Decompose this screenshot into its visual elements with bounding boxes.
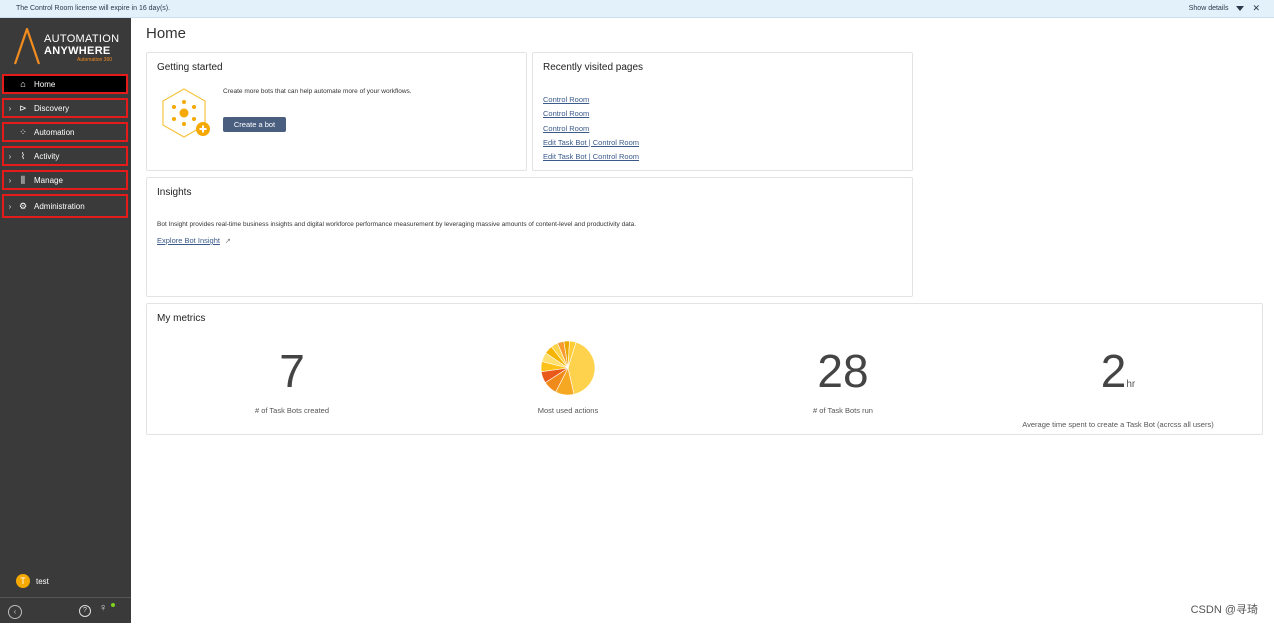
chevron-right-icon: › [8,151,12,161]
chevron-right-icon: › [8,103,12,113]
metric-avg-time: 2hr Average time spent to create a Task … [1003,348,1233,429]
sidebar: AUTOMATION ANYWHERE Automation 360 ⌂ Hom… [0,18,131,623]
insights-card: Insights Bot Insight provides real-time … [146,177,913,297]
metric-label: # of Task Bots created [254,406,330,415]
activity-icon: ⌇ [20,150,26,161]
gear-icon: ⚙ [18,200,28,211]
close-icon[interactable]: ✕ [1252,0,1260,17]
location-pin-icon[interactable]: ♀ [99,602,107,614]
most-used-actions-pie-icon[interactable] [540,340,596,396]
explore-bot-insight-label: Explore Bot Insight [157,236,220,245]
automation-anywhere-logo[interactable]: AUTOMATION ANYWHERE Automation 360 [12,26,122,68]
metric-task-bots-created: 7 # of Task Bots created [217,348,367,415]
show-details-link[interactable]: Show details [1189,0,1229,17]
user-profile[interactable]: T test [16,574,49,588]
recently-visited-card: Recently visited pages Control Room Cont… [532,52,913,171]
page-title: Home [146,25,187,42]
automation-icon: ⁘ [19,126,27,137]
license-message: The Control Room license will expire in … [16,5,171,12]
sidebar-item-discovery[interactable]: › ⊳ Discovery [2,98,128,118]
metric-unit: hr [1126,379,1136,390]
metric-label: # of Task Bots run [813,406,873,415]
help-icon[interactable]: ? [79,605,91,617]
recent-link[interactable]: Control Room [543,107,639,121]
chevron-right-icon: › [8,175,12,185]
recent-link[interactable]: Edit Task Bot | Control Room [543,150,639,164]
chevron-down-icon[interactable] [1236,6,1245,11]
manage-icon: ⫼ [20,174,26,185]
sidebar-item-label: Activity [34,151,60,161]
sidebar-footer: ‹ ? ♀ [0,597,131,624]
recent-link[interactable]: Control Room [543,93,639,107]
external-link-icon: ↗ [224,238,231,245]
metric-most-used-actions[interactable]: Most used actions [493,340,643,415]
user-name: test [36,576,49,586]
avatar: T [16,574,30,588]
metric-label: Most used actions [537,406,599,415]
card-title: My metrics [157,313,206,324]
my-metrics-card: My metrics 7 # of Task Bots created Most… [146,303,1263,435]
card-title: Getting started [157,62,223,73]
metric-task-bots-run: 28 # of Task Bots run [768,348,918,415]
sidebar-item-label: Automation [34,127,75,137]
recent-link[interactable]: Control Room [543,122,639,136]
sidebar-item-automation[interactable]: ⁘ Automation [2,122,128,142]
getting-started-card: Getting started Create more bots that ca… [146,52,527,171]
metric-value: 7 [279,345,305,397]
sidebar-item-label: Home [34,79,56,89]
metric-label: Average time spent to create a Task Bot … [1022,420,1214,429]
chevron-right-icon: › [8,201,12,211]
sidebar-item-label: Manage [34,175,63,185]
card-title: Insights [157,187,192,198]
recent-links-list: Control Room Control Room Control Room E… [543,93,639,164]
sidebar-item-administration[interactable]: › ⚙ Administration [2,194,128,218]
banner-actions: Show details ✕ [1189,0,1260,17]
insights-text: Bot Insight provides real-time business … [157,221,637,228]
sidebar-item-activity[interactable]: › ⌇ Activity [2,146,128,166]
logo-a-icon [13,27,41,65]
create-bot-button[interactable]: Create a bot [223,117,286,132]
metric-value: 2 [1100,345,1127,397]
logo-line3: Automation 360 [77,57,113,63]
collapse-sidebar-icon[interactable]: ‹ [8,605,22,619]
bot-hexagon-icon [162,88,210,138]
watermark: CSDN @寻琦 [1190,604,1258,616]
status-dot-icon [111,603,115,607]
sidebar-item-home[interactable]: ⌂ Home [2,74,128,94]
license-banner: The Control Room license will expire in … [0,0,1274,18]
explore-bot-insight-link[interactable]: Explore Bot Insight ↗ [157,236,231,245]
logo-line2: ANYWHERE [44,45,111,57]
card-title: Recently visited pages [543,62,644,73]
metric-value: 28 [817,345,869,397]
recent-link[interactable]: Edit Task Bot | Control Room [543,136,639,150]
discovery-icon: ⊳ [19,102,27,113]
sidebar-item-label: Administration [34,201,85,211]
logo-line1: AUTOMATION [44,33,120,45]
getting-started-text: Create more bots that can help automate … [223,88,412,95]
home-icon: ⌂ [20,79,26,89]
sidebar-item-label: Discovery [34,103,70,113]
sidebar-item-manage[interactable]: › ⫼ Manage [2,170,128,190]
metric-value-row: 2hr [1003,348,1233,408]
